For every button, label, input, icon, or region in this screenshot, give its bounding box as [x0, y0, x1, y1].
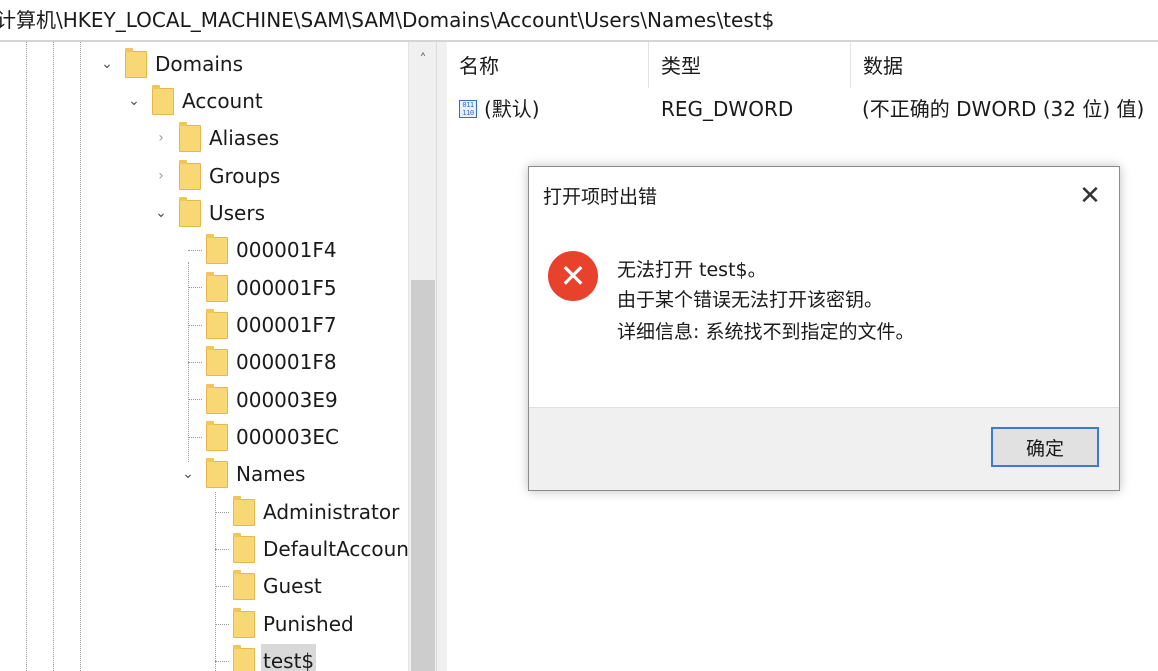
dialog-title: 打开项时出错	[543, 186, 658, 208]
tree-scrollbar[interactable]: ˄	[408, 42, 436, 671]
chevron-down-icon[interactable]: ⌄	[127, 94, 141, 108]
error-message-line: 详细信息: 系统找不到指定的文件。	[617, 321, 915, 343]
value-data: (不正确的 DWORD (32 位) 值)	[862, 97, 1145, 121]
folder-icon	[206, 234, 228, 264]
address-bar[interactable]: 计算机\HKEY_LOCAL_MACHINE\SAM\SAM\Domains\A…	[0, 0, 1158, 42]
chevron-down-icon[interactable]: ⌄	[181, 467, 195, 481]
tree-item-label: 000001F8	[236, 350, 337, 374]
registry-tree[interactable]: ⌄ Domains ⌄ Account › Aliases › Groups ⌄…	[0, 42, 436, 671]
tree-item-000003e9[interactable]: 000003E9	[0, 383, 406, 417]
tree-item-label: Account	[182, 89, 263, 113]
tree-item-label: Names	[236, 462, 306, 486]
tree-item-label: Domains	[155, 52, 244, 76]
tree-item-domains[interactable]: ⌄ Domains	[0, 47, 406, 81]
tree-item-defaultaccount[interactable]: DefaultAccount	[0, 532, 417, 566]
tree-item-label: 000003E9	[236, 388, 338, 412]
folder-icon	[125, 48, 147, 78]
folder-icon	[233, 496, 255, 526]
folder-icon	[206, 272, 228, 302]
tree-item-label: 000001F5	[236, 276, 337, 300]
error-message-line: 由于某个错误无法打开该密钥。	[617, 289, 884, 311]
dialog-footer: 确定	[529, 407, 1119, 490]
folder-icon	[179, 197, 201, 227]
error-icon: ✕	[548, 251, 598, 301]
value-type: REG_DWORD	[661, 97, 794, 121]
address-path[interactable]: 计算机\HKEY_LOCAL_MACHINE\SAM\SAM\Domains\A…	[0, 0, 774, 40]
list-item[interactable]: 011 110 (默认) REG_DWORD (不正确的 DWORD (32 位)…	[447, 92, 1158, 126]
column-header-name[interactable]: 名称	[447, 42, 649, 88]
error-dialog[interactable]: 打开项时出错 ✕ ✕ 无法打开 test$。 由于某个错误无法打开该密钥。 详细…	[528, 166, 1120, 491]
tree-item-label: 000001F7	[236, 313, 337, 337]
tree-item-aliases[interactable]: › Aliases	[0, 121, 406, 155]
reg-binary-icon: 011 110	[459, 100, 477, 118]
tree-item-label: Administrator	[263, 500, 400, 524]
column-header-data[interactable]: 数据	[851, 42, 1158, 88]
tree-item-000001f8[interactable]: 000001F8	[0, 345, 406, 379]
folder-icon	[233, 645, 255, 671]
chevron-right-icon[interactable]: ›	[154, 131, 168, 145]
column-header-type[interactable]: 类型	[649, 42, 851, 88]
folder-icon	[233, 533, 255, 563]
tree-item-guest[interactable]: Guest	[0, 569, 406, 603]
tree-item-label: Users	[209, 201, 266, 225]
tree-item-label: 000001F4	[236, 238, 337, 262]
chevron-down-icon[interactable]: ⌄	[154, 206, 168, 220]
tree-item-label: 000003EC	[236, 425, 339, 449]
tree-item-000003ec[interactable]: 000003EC	[0, 420, 406, 454]
folder-icon	[206, 346, 228, 376]
folder-icon	[206, 458, 228, 488]
tree-item-000001f5[interactable]: 000001F5	[0, 271, 406, 305]
tree-item-label: Guest	[263, 574, 322, 598]
tree-item-000001f4[interactable]: 000001F4	[0, 233, 406, 267]
scroll-up-icon[interactable]: ˄	[409, 50, 436, 70]
tree-item-label: Aliases	[209, 126, 280, 150]
scroll-thumb[interactable]	[411, 280, 435, 671]
tree-item-punished[interactable]: Punished	[0, 607, 406, 641]
tree-item-names[interactable]: ⌄ Names	[0, 457, 406, 491]
folder-icon	[152, 85, 174, 115]
ok-button[interactable]: 确定	[991, 427, 1099, 467]
tree-item-account[interactable]: ⌄ Account	[0, 84, 406, 118]
tree-item-label: test$	[261, 644, 317, 671]
tree-item-users[interactable]: ⌄ Users	[0, 196, 406, 230]
chevron-right-icon[interactable]: ›	[154, 169, 168, 183]
tree-item-label: Punished	[263, 612, 354, 636]
list-header: 名称 类型 数据	[447, 42, 1158, 88]
tree-item-label: DefaultAccount	[263, 537, 417, 561]
folder-icon	[233, 570, 255, 600]
tree-item-test-selected[interactable]: test$	[0, 644, 406, 671]
tree-item-000001f7[interactable]: 000001F7	[0, 308, 406, 342]
tree-item-groups[interactable]: › Groups	[0, 159, 406, 193]
tree-item-administrator[interactable]: Administrator	[0, 495, 406, 529]
folder-icon	[206, 421, 228, 451]
tree-item-label: Groups	[209, 164, 281, 188]
value-name: (默认)	[484, 97, 540, 121]
close-icon[interactable]: ✕	[1073, 179, 1107, 213]
folder-icon	[179, 160, 201, 190]
folder-icon	[206, 384, 228, 414]
folder-icon	[206, 309, 228, 339]
folder-icon	[179, 122, 201, 152]
error-message-line: 无法打开 test$。	[617, 259, 767, 281]
folder-icon	[233, 608, 255, 638]
chevron-down-icon[interactable]: ⌄	[100, 57, 114, 71]
